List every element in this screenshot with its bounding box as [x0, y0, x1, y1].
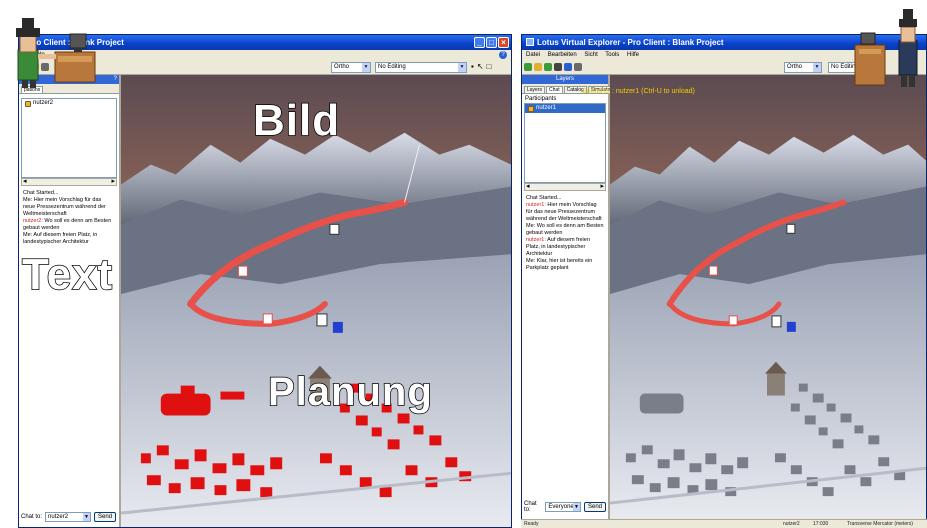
status-ready: Ready — [524, 521, 539, 527]
tab-chat[interactable]: Chat — [546, 86, 563, 93]
right-side-panel: Layers Layers Chat Catalog Simulate Part… — [522, 75, 614, 527]
chat-sender: Me: — [23, 232, 33, 238]
menu-item-hilfe[interactable]: Hilfe — [627, 52, 639, 58]
projection-select-value: Ortho — [334, 64, 350, 70]
chat-message: Hier mein Vorschlag für das neue Pressez… — [23, 197, 106, 217]
maximize-button[interactable]: □ — [486, 37, 497, 48]
square-tool-icon[interactable]: □ — [487, 63, 492, 71]
gray-tool-icon[interactable] — [574, 63, 582, 71]
overlay-label-planung: Planung — [267, 369, 433, 415]
menu-item-sicht[interactable]: Sicht — [584, 52, 597, 58]
chat-sender: nutzer2: — [23, 218, 43, 224]
chat-line: nutzer2: Wo soll es denn am Besten gebau… — [23, 218, 115, 232]
globe-icon[interactable] — [544, 63, 552, 71]
horizontal-scrollbar[interactable] — [21, 177, 117, 186]
overlay-label-bild: Bild — [252, 95, 341, 146]
chevron-down-icon: ▼ — [458, 63, 466, 72]
chat-sender: Me: — [23, 197, 33, 203]
close-button[interactable]: × — [498, 37, 509, 48]
left-side-panel: ? pations nutzer2 Chat Started... Me: Hi… — [19, 75, 121, 527]
participants-label: Participants — [525, 96, 557, 102]
sound-notice: Sound to : nutzer1 (Ctrl-U to unload) — [582, 88, 695, 95]
tab-layers[interactable]: Layers — [524, 86, 546, 93]
chat-line: nutzer1: Auf diesem freien Platz, in lan… — [526, 237, 604, 258]
chat-log: Chat Started... nutzer1: Hier mein Vorsc… — [524, 193, 606, 463]
right-3d-viewport[interactable] — [610, 75, 926, 518]
minimize-button[interactable]: _ — [474, 37, 485, 48]
chat-message: Chat Started... — [526, 195, 562, 201]
projection-select[interactable]: Ortho ▼ — [784, 62, 822, 73]
user-icon — [25, 100, 31, 107]
horizontal-scrollbar[interactable] — [524, 182, 606, 191]
chevron-down-icon: ▼ — [83, 513, 91, 521]
chat-line: Me: Hier mein Vorschlag für das neue Pre… — [23, 197, 115, 218]
participant-name: nutzer1 — [536, 105, 557, 111]
chat-line: Chat Started... — [526, 195, 604, 202]
projection-select[interactable]: Ortho ▼ — [331, 62, 371, 73]
menu-item-tools[interactable]: Tools — [605, 52, 619, 58]
chat-footer: Chat to: Everyone ▼ Send — [524, 501, 606, 513]
menu-item-bearbeiten[interactable]: Bearbeiten — [548, 52, 577, 58]
status-time: 17:030 — [813, 521, 829, 527]
chat-message: Klar, hier ist bereits ein Parkplatz gep… — [526, 258, 593, 271]
pointer-icon[interactable]: ↖ — [477, 63, 484, 71]
status-user: nutzer2 — [783, 521, 800, 527]
chat-sender: nutzer1: — [526, 237, 546, 243]
status-bar: Ready nutzer2 17:030 Transverse Mercator… — [521, 519, 927, 528]
participant-row[interactable]: nutzer1 — [525, 104, 605, 113]
panel-close-icon[interactable]: ? — [114, 75, 117, 84]
right-application-window: Lotus Virtual Explorer - Pro Client : Bl… — [521, 34, 927, 528]
chat-message: Auf diesem freien Platz, in landestypisc… — [23, 232, 98, 245]
overlay-label-text: Text — [21, 249, 114, 300]
app-icon — [526, 38, 534, 46]
chevron-down-icon: ▼ — [362, 63, 370, 72]
chat-line: nutzer1: Hier mein Vorschlag für das neu… — [526, 202, 604, 223]
chat-sender: Me: — [526, 223, 536, 229]
dark-tool-icon[interactable] — [554, 63, 562, 71]
chevron-down-icon: ▼ — [572, 503, 580, 511]
chat-log: Chat Started... Me: Hier mein Vorschlag … — [21, 188, 117, 478]
chat-line: Me: Wo soll es denn am Besten gebaut wer… — [526, 223, 604, 237]
yellow-tool-icon[interactable] — [534, 63, 542, 71]
editing-select[interactable]: No Editing ▼ — [375, 62, 467, 73]
chat-sender: Me: — [526, 258, 536, 264]
arrow-tool-icon[interactable]: ▪ — [471, 63, 474, 71]
chat-line: Me: Auf diesem freien Platz, in landesty… — [23, 232, 115, 246]
chat-recipient-select[interactable]: nutzer2 ▼ — [45, 512, 92, 522]
right-title-text: Lotus Virtual Explorer - Pro Client : Bl… — [537, 38, 724, 47]
send-button[interactable]: Send — [94, 512, 117, 522]
chat-sender: nutzer1: — [526, 202, 546, 208]
chat-to-label: Chat to: — [524, 501, 537, 513]
figurine-at-desk-illustration — [16, 18, 96, 88]
blue-tool-icon[interactable] — [564, 63, 572, 71]
chat-message: Wo soll es denn am Besten gebaut werden — [526, 223, 604, 236]
chat-footer: Chat to: nutzer2 ▼ Send — [21, 511, 117, 523]
chat-to-label: Chat to: — [21, 514, 43, 520]
green-tool-icon[interactable] — [524, 63, 532, 71]
chat-line: Me: Klar, hier ist bereits ein Parkplatz… — [526, 258, 604, 272]
chevron-down-icon: ▼ — [813, 63, 821, 72]
participants-list: nutzer2 — [21, 98, 117, 178]
menu-item-datei[interactable]: Datei — [526, 52, 540, 58]
chat-recipient-value: nutzer2 — [48, 514, 69, 520]
editing-select-value: No Editing — [378, 64, 406, 70]
chat-message: Chat Started... — [23, 190, 59, 196]
status-projection: Transverse Mercator (meters) — [847, 521, 913, 527]
figurine-standing-illustration — [854, 9, 918, 87]
participants-list: nutzer1 — [524, 103, 606, 183]
terrain-scene-plain — [610, 75, 926, 518]
chat-recipient-value: Everyone — [548, 504, 574, 510]
panel-header: Layers — [522, 75, 608, 84]
user-icon — [528, 105, 534, 112]
projection-select-value: Ortho — [787, 64, 803, 70]
participant-name: nutzer2 — [33, 100, 54, 106]
chat-recipient-select[interactable]: Everyone ▼ — [545, 502, 581, 512]
participant-row[interactable]: nutzer2 — [22, 99, 116, 108]
send-button[interactable]: Send — [583, 502, 606, 512]
help-icon[interactable]: ? — [499, 51, 507, 59]
chat-line: Chat Started... — [23, 190, 115, 197]
